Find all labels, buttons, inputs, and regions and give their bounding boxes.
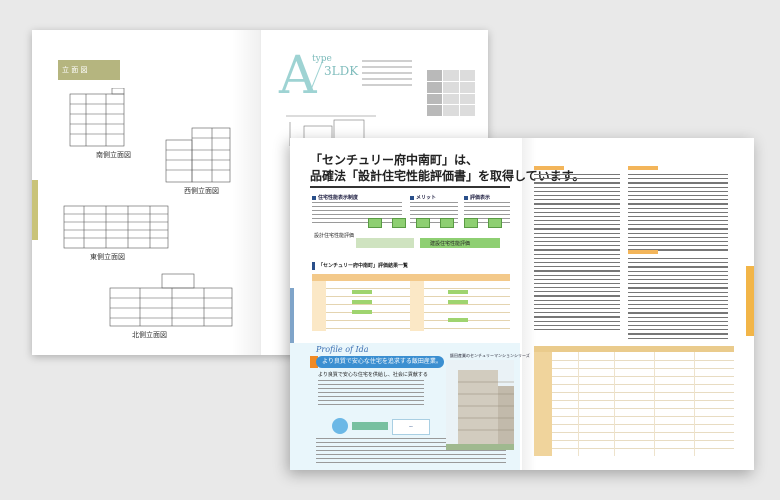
plan-layout-label: 3LDK: [324, 64, 359, 78]
north-elevation-drawing: [109, 273, 233, 327]
title-underline: [310, 186, 510, 188]
section-system-heading: 住宅性能表示制度: [312, 194, 358, 201]
table-row: [552, 424, 734, 425]
west-elevation-drawing: [165, 127, 231, 183]
profile-subheading: より良質で安心な住宅を供給し、社会に貢献する: [318, 372, 428, 378]
elevation-header: 立 面 図: [58, 60, 120, 80]
flow-step-4: [440, 218, 454, 228]
slogan-card: 〜: [392, 419, 430, 435]
table-row: [552, 368, 734, 369]
table-row: [552, 432, 734, 433]
profile-paragraph: [318, 380, 424, 408]
plan-spec-lines: [362, 60, 412, 90]
table-divider: [694, 352, 695, 456]
system-paragraph: [312, 202, 402, 226]
flow-step-3: [416, 218, 430, 228]
company-logo-band: [352, 422, 388, 430]
table-divider: [578, 352, 579, 456]
spec-heading-right-2: [628, 250, 658, 254]
grade-tags: [316, 288, 506, 328]
table-row: [552, 440, 734, 441]
spec-heading-left: [534, 166, 564, 170]
spec-column-left: [534, 174, 620, 333]
left-side-tab: [32, 180, 38, 240]
flow-step-2: [392, 218, 406, 228]
table-divider: [614, 352, 615, 456]
design-eval-bar: [356, 238, 414, 248]
table-row: [552, 416, 734, 417]
grade-table-title: 「センチュリー府中南町」評価結果一覧: [312, 262, 516, 270]
spec-column-right: [628, 174, 728, 254]
table-row: [552, 400, 734, 401]
flow-step-5: [464, 218, 478, 228]
south-elevation-label: 南側立面図: [96, 151, 131, 159]
section-evaluation-heading: 評価表示: [464, 194, 490, 201]
back-spread-shadow: [232, 30, 260, 355]
company-logo-icon: [332, 418, 348, 434]
back-spread-gutter: [260, 30, 261, 355]
east-elevation-drawing: [63, 205, 169, 249]
south-elevation-drawing: [69, 88, 125, 147]
brochure-stage: 立 面 図 南側立面図 西側立面図 東側立面図 北側立面図 A type 3LD…: [0, 0, 780, 500]
table-row: [552, 448, 734, 449]
grade-table-header: [312, 274, 510, 281]
table-divider: [654, 352, 655, 456]
plan-mini-table: [427, 70, 475, 116]
flow-step-6: [488, 218, 502, 228]
section-merit-heading: メリット: [410, 194, 436, 201]
west-elevation-label: 西側立面図: [184, 187, 219, 195]
unit-table-label-column: [534, 352, 552, 456]
right-orange-tab: [746, 266, 754, 336]
design-eval-label: 設計住宅性能評価: [314, 233, 355, 239]
unit-table-header: [534, 346, 734, 352]
series-caption: 飯田産業のセンチュリーマンションシリーズ: [450, 353, 530, 358]
spec-heading-right: [628, 166, 658, 170]
construct-eval-label: 建設住宅性能評価: [430, 241, 471, 247]
table-row: [552, 392, 734, 393]
east-elevation-label: 東側立面図: [90, 253, 125, 261]
unit-table: [534, 346, 734, 456]
front-brochure-spread: 「センチュリー府中南町」は、 品確法「設計住宅性能評価書」を取得しています。 住…: [290, 138, 754, 470]
spec-column-right-2: [628, 258, 728, 342]
plan-type-letter: A: [279, 46, 317, 106]
plan-type-word: type: [312, 54, 332, 64]
north-elevation-label: 北側立面図: [132, 331, 167, 339]
condominium-rendering: [446, 360, 514, 450]
flow-step-1: [368, 218, 382, 228]
table-row: [552, 408, 734, 409]
profile-title: Profile of Ida: [316, 345, 369, 354]
table-row: [552, 360, 734, 361]
table-row: [552, 384, 734, 385]
profile-banner: より良質で安心な住宅を追求する飯田産業。: [316, 356, 444, 368]
table-row: [552, 376, 734, 377]
